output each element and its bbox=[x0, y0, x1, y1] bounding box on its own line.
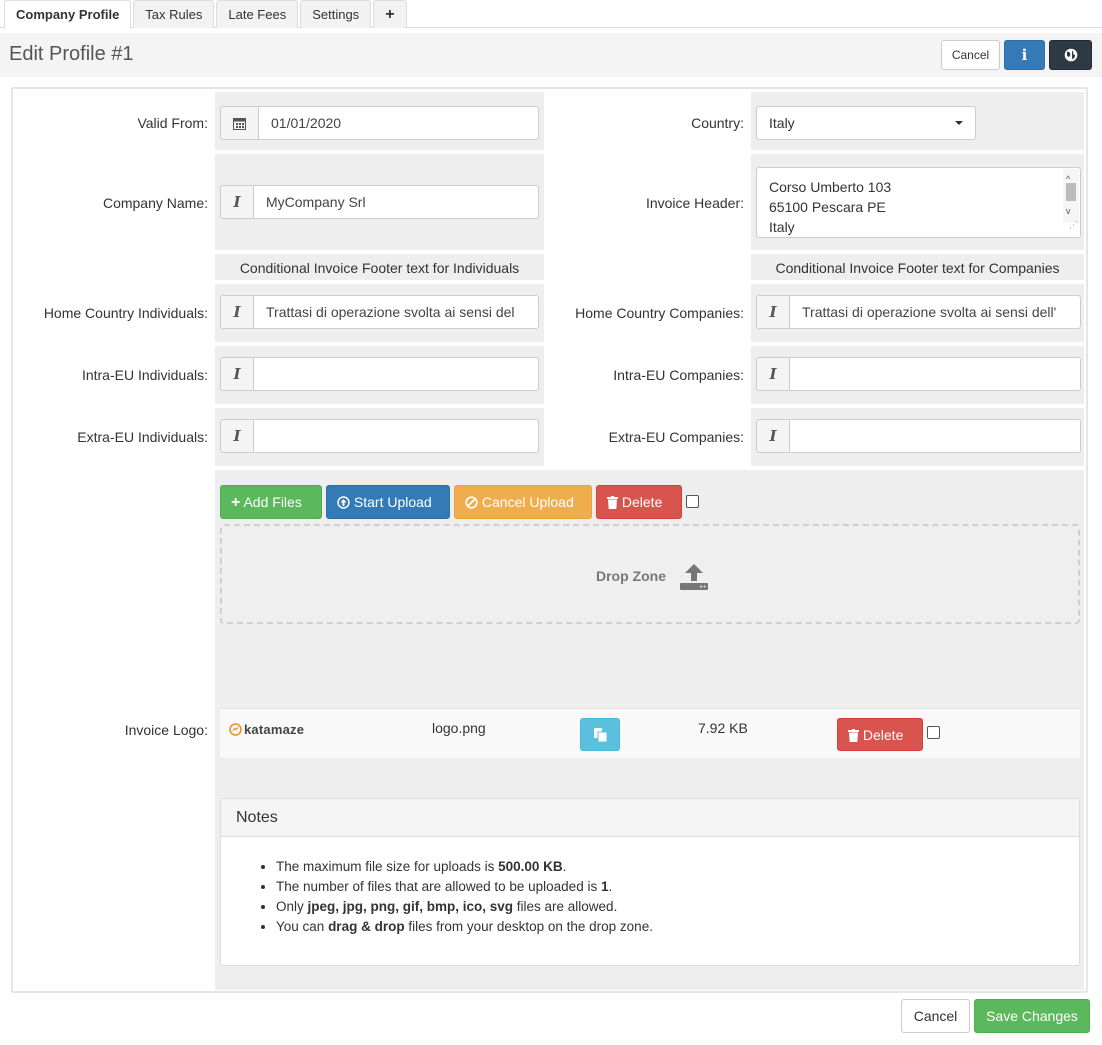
company-name-label: Company Name: bbox=[102, 195, 208, 211]
tab-late-fees[interactable]: Late Fees bbox=[216, 0, 299, 28]
intra-companies-value bbox=[790, 358, 814, 390]
list-item: You can drag & drop files from your desk… bbox=[276, 917, 1079, 937]
valid-from-value: 01/01/2020 bbox=[271, 115, 342, 131]
delete-file-label: Delete bbox=[862, 727, 904, 743]
calendar-icon[interactable] bbox=[221, 107, 259, 139]
italic-icon: I bbox=[221, 186, 254, 218]
katamaze-logo-icon bbox=[229, 723, 242, 736]
info-button[interactable]: i bbox=[1004, 40, 1045, 70]
trash-icon bbox=[607, 496, 618, 509]
home-companies-value: Trattasi di operazione svolta ai sensi d… bbox=[802, 304, 1057, 320]
country-select[interactable]: Italy bbox=[756, 106, 976, 140]
ban-icon bbox=[465, 496, 478, 509]
intra-individuals-label: Intra-EU Individuals: bbox=[81, 367, 208, 383]
add-files-button[interactable]: + Add Files bbox=[220, 485, 322, 519]
footer-companies-heading: Conditional Invoice Footer text for Comp… bbox=[775, 260, 1060, 276]
start-upload-label: Start Upload bbox=[353, 494, 432, 510]
invoice-header-line: 65100 Pescara PE bbox=[769, 199, 886, 215]
uploaded-file-row: katamaze logo.png 7.92 KB Delete bbox=[220, 708, 1080, 758]
delete-all-button[interactable]: Delete bbox=[596, 485, 682, 519]
extra-companies-value bbox=[790, 420, 814, 452]
home-individuals-value: Trattasi di operazione svolta ai sensi d… bbox=[266, 304, 515, 320]
italic-icon: I bbox=[221, 420, 254, 452]
start-upload-button[interactable]: Start Upload bbox=[326, 485, 450, 519]
plus-icon: + bbox=[231, 494, 241, 511]
copy-icon bbox=[593, 728, 607, 743]
intra-companies-input[interactable]: I bbox=[756, 357, 1081, 391]
page-header: Edit Profile #1 Cancel i bbox=[0, 33, 1102, 77]
caret-down-icon bbox=[955, 121, 963, 125]
italic-icon: I bbox=[757, 296, 790, 328]
tab-company-profile[interactable]: Company Profile bbox=[4, 0, 132, 29]
file-select-checkbox[interactable] bbox=[927, 726, 940, 739]
tab-add[interactable]: + bbox=[373, 0, 407, 28]
file-thumbnail: katamaze bbox=[229, 722, 304, 737]
italic-icon: I bbox=[221, 296, 254, 328]
file-name: logo.png bbox=[432, 720, 486, 736]
trash-icon bbox=[848, 729, 859, 742]
delete-label: Delete bbox=[621, 494, 663, 510]
notes-title: Notes bbox=[221, 799, 1079, 837]
globe-button[interactable] bbox=[1049, 40, 1092, 70]
home-individuals-label: Home Country Individuals: bbox=[43, 305, 208, 321]
extra-companies-input[interactable]: I bbox=[756, 419, 1081, 453]
globe-icon bbox=[1064, 48, 1077, 62]
tab-tax-rules[interactable]: Tax Rules bbox=[133, 0, 215, 28]
tab-bar: Company Profile Tax Rules Late Fees Sett… bbox=[4, 0, 407, 29]
cancel-upload-button[interactable]: Cancel Upload bbox=[454, 485, 592, 519]
home-individuals-input[interactable]: I Trattasi di operazione svolta ai sensi… bbox=[220, 295, 539, 329]
notes-list: The maximum file size for uploads is 500… bbox=[221, 857, 1079, 937]
drop-zone[interactable]: Drop Zone bbox=[220, 524, 1080, 624]
italic-icon: I bbox=[221, 358, 254, 390]
invoice-logo-label: Invoice Logo: bbox=[124, 722, 208, 738]
invoice-header-label: Invoice Header: bbox=[645, 195, 744, 211]
katamaze-logo-text: katamaze bbox=[244, 722, 305, 737]
page-title: Edit Profile #1 bbox=[9, 43, 134, 65]
list-item: The maximum file size for uploads is 500… bbox=[276, 857, 1079, 877]
drop-zone-label: Drop Zone bbox=[596, 568, 666, 584]
footer-cancel-button[interactable]: Cancel bbox=[901, 999, 970, 1033]
cancel-upload-label: Cancel Upload bbox=[481, 494, 574, 510]
home-companies-input[interactable]: I Trattasi di operazione svolta ai sensi… bbox=[756, 295, 1081, 329]
country-label: Country: bbox=[691, 115, 744, 131]
extra-individuals-label: Extra-EU Individuals: bbox=[77, 429, 208, 445]
intra-individuals-input[interactable]: I bbox=[220, 357, 539, 391]
tab-settings[interactable]: Settings bbox=[300, 0, 372, 28]
info-icon: i bbox=[1021, 46, 1028, 64]
select-all-checkbox[interactable] bbox=[686, 495, 699, 508]
extra-individuals-input[interactable]: I bbox=[220, 419, 539, 453]
invoice-header-line: Corso Umberto 103 bbox=[769, 179, 892, 195]
notes-panel: Notes The maximum file size for uploads … bbox=[220, 798, 1080, 966]
upload-icon bbox=[680, 564, 708, 590]
valid-from-input[interactable]: 01/01/2020 bbox=[220, 106, 539, 140]
company-name-value: MyCompany Srl bbox=[266, 194, 366, 210]
valid-from-label: Valid From: bbox=[137, 115, 208, 131]
home-companies-label: Home Country Companies: bbox=[575, 305, 744, 321]
intra-individuals-value bbox=[254, 358, 278, 390]
delete-file-button[interactable]: Delete bbox=[837, 718, 923, 751]
list-item: The number of files that are allowed to … bbox=[276, 877, 1079, 897]
extra-individuals-value bbox=[254, 420, 278, 452]
file-size: 7.92 KB bbox=[698, 720, 748, 736]
list-item: Only jpeg, jpg, png, gif, bmp, ico, svg … bbox=[276, 897, 1079, 917]
footer-individuals-heading: Conditional Invoice Footer text for Indi… bbox=[239, 260, 520, 276]
country-value: Italy bbox=[769, 115, 795, 131]
add-files-label: Add Files bbox=[243, 494, 302, 510]
company-name-input[interactable]: I MyCompany Srl bbox=[220, 185, 539, 219]
save-changes-button[interactable]: Save Changes bbox=[974, 999, 1090, 1033]
upload-circle-icon bbox=[337, 496, 350, 509]
header-cancel-button[interactable]: Cancel bbox=[941, 40, 1000, 70]
resize-handle-icon[interactable]: ⋰ bbox=[1069, 215, 1078, 235]
copy-file-button[interactable] bbox=[580, 718, 620, 751]
invoice-header-line: Italy bbox=[769, 219, 795, 235]
extra-companies-label: Extra-EU Companies: bbox=[608, 429, 744, 445]
invoice-header-textarea[interactable]: Corso Umberto 103 65100 Pescara PE Italy… bbox=[756, 167, 1081, 238]
italic-icon: I bbox=[757, 420, 790, 452]
italic-icon: I bbox=[757, 358, 790, 390]
intra-companies-label: Intra-EU Companies: bbox=[613, 367, 744, 383]
scrollbar-thumb[interactable] bbox=[1066, 183, 1076, 201]
